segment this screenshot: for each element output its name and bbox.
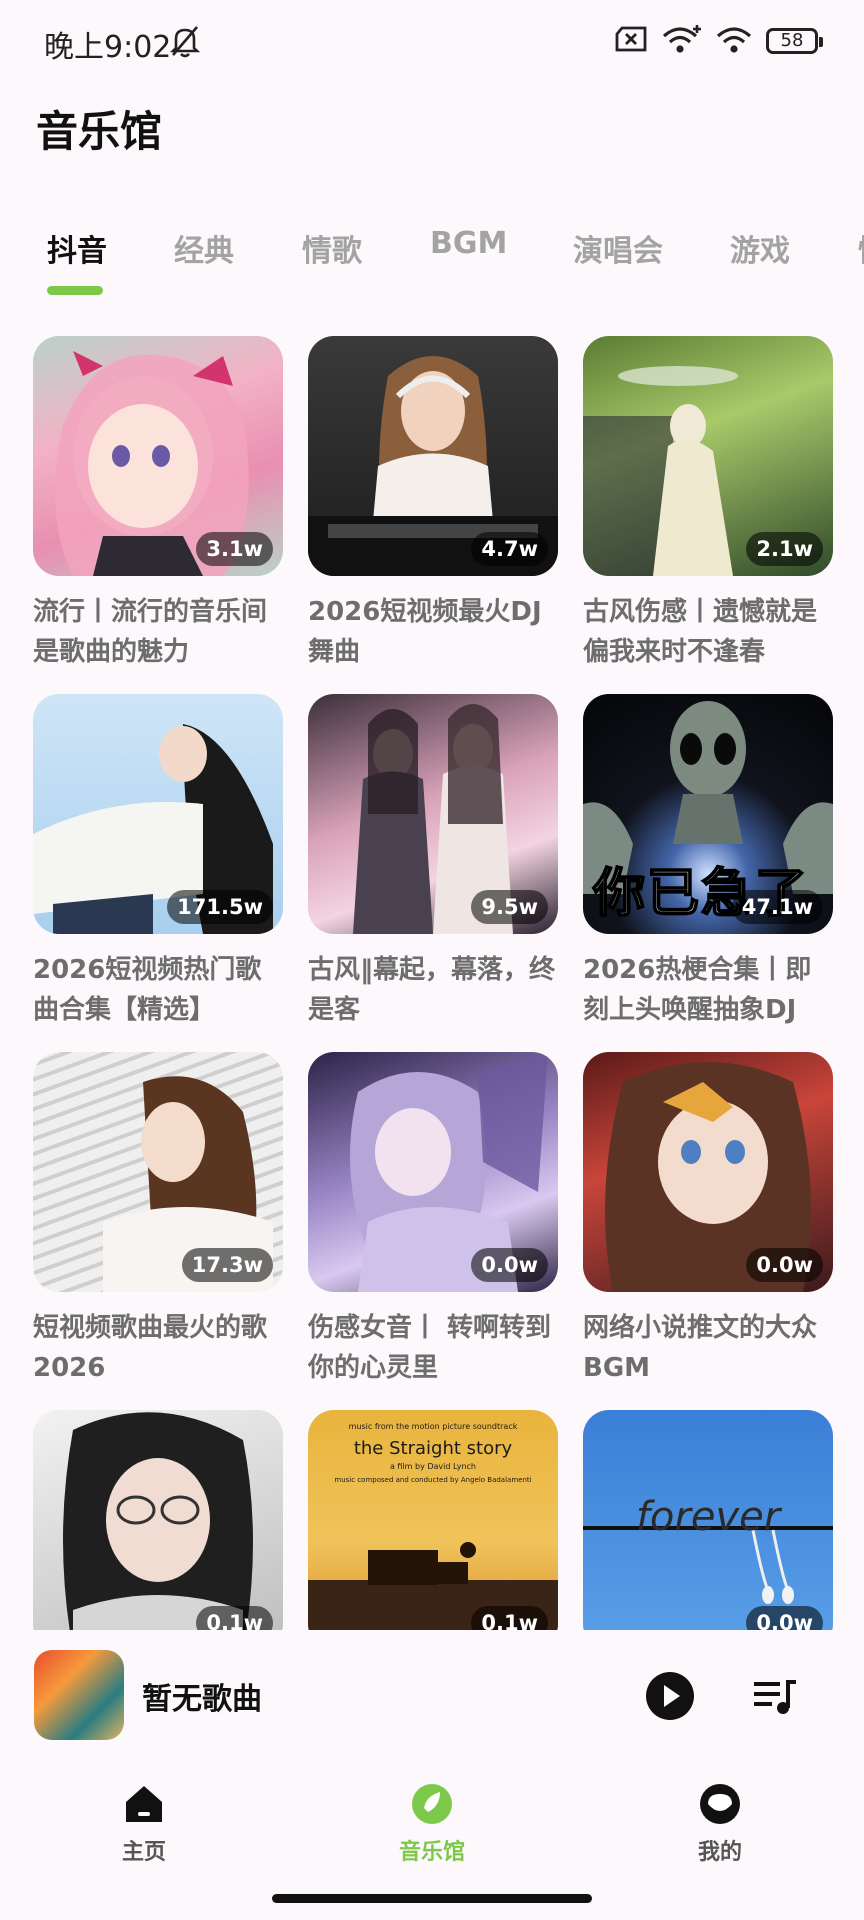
playlist-card[interactable]: 你已急了 47.1w 2026热梗合集丨即刻上头唤醒抽象DJ	[583, 694, 833, 1030]
playlist-card[interactable]: forever 0.0w	[583, 1410, 833, 1630]
playlist-cover[interactable]: 3.1w	[33, 336, 283, 576]
playlist-title: 短视频歌曲最火的歌2026	[33, 1313, 268, 1383]
profile-icon	[698, 1782, 742, 1826]
sim-error-icon	[614, 25, 648, 57]
playlist-title: 流行丨流行的音乐间是歌曲的魅力	[33, 597, 268, 667]
nav-label-mine: 我的	[697, 1840, 742, 1865]
battery-indicator: 58	[766, 28, 823, 54]
play-count-badge: 0.1w	[196, 1606, 273, 1630]
playlist-title: 2026短视频热门歌曲合集【精选】	[33, 955, 262, 1025]
playlist-cover[interactable]: 0.1w	[33, 1410, 283, 1630]
play-count-badge: 0.0w	[471, 1248, 548, 1282]
status-time: 晚上9:02	[44, 30, 172, 65]
playlist-card[interactable]: 171.5w 2026短视频热门歌曲合集【精选】	[33, 694, 283, 1030]
playlist-card[interactable]: 4.7w 2026短视频最火DJ舞曲	[308, 336, 558, 672]
tab-concert[interactable]: 演唱会	[573, 226, 663, 270]
playlist-title: 网络小说推文的大众BGM	[583, 1313, 818, 1383]
now-playing-title: 暂无歌曲	[142, 1682, 262, 1717]
playlist-cover[interactable]: 0.0w	[308, 1052, 558, 1292]
now-playing-artwork[interactable]	[34, 1650, 124, 1740]
play-button[interactable]	[646, 1672, 694, 1720]
play-count-badge: 2.1w	[746, 532, 823, 566]
play-count-badge: 4.7w	[471, 532, 548, 566]
playlist-card[interactable]: 3.1w 流行丨流行的音乐间是歌曲的魅力	[33, 336, 283, 672]
play-count-badge: 9.5w	[471, 890, 548, 924]
page-title: 音乐馆	[36, 107, 163, 156]
tab-love-songs[interactable]: 情歌	[302, 226, 362, 270]
playlist-cover[interactable]: 0.0w	[583, 1052, 833, 1292]
playlist-cover[interactable]: music from the motion picture soundtrack…	[308, 1410, 558, 1630]
nav-item-music-hall[interactable]: 音乐馆	[362, 1782, 502, 1866]
home-icon	[122, 1782, 166, 1826]
playlist-card[interactable]: music from the motion picture soundtrack…	[308, 1410, 558, 1630]
tab-games[interactable]: 游戏	[730, 226, 790, 270]
playlist-cover[interactable]: 4.7w	[308, 336, 558, 576]
mini-player[interactable]: 暂无歌曲	[0, 1630, 864, 1760]
play-count-badge: 17.3w	[181, 1248, 273, 1282]
tab-more[interactable]: 情	[858, 226, 864, 270]
tab-classic[interactable]: 经典	[174, 226, 234, 270]
play-count-badge: 0.0w	[746, 1606, 823, 1630]
wifi-icon	[716, 24, 752, 58]
playlist-title: 古风伤感丨遗憾就是偏我来时不逢春	[583, 597, 818, 667]
nav-item-home[interactable]: 主页	[74, 1782, 214, 1866]
playlist-cover[interactable]: forever 0.0w	[583, 1410, 833, 1630]
playlist-card[interactable]: 9.5w 古风‖幕起，幕落，终是客	[308, 694, 558, 1030]
play-count-badge: 0.0w	[746, 1248, 823, 1282]
home-indicator[interactable]	[272, 1894, 592, 1903]
cover-caption-main: forever	[635, 1494, 781, 1540]
playlist-card[interactable]: 2.1w 古风伤感丨遗憾就是偏我来时不逢春	[583, 336, 833, 672]
nav-label-home: 主页	[121, 1840, 166, 1865]
music-hall-icon	[410, 1782, 454, 1826]
wifi-plus-icon	[662, 24, 702, 58]
playlist-card[interactable]: 0.0w 伤感女音丨 转啊转到你的心灵里	[308, 1052, 558, 1388]
tab-bgm[interactable]: BGM	[430, 226, 507, 261]
nav-label-music-hall: 音乐馆	[398, 1840, 465, 1865]
bottom-nav: 主页 音乐馆 我的	[0, 1760, 864, 1880]
playlist-title: 2026短视频最火DJ舞曲	[308, 597, 542, 667]
playlist-card[interactable]: 0.0w 网络小说推文的大众BGM	[583, 1052, 833, 1388]
play-count-badge: 3.1w	[196, 532, 273, 566]
status-bar: 晚上9:02 58	[0, 0, 864, 88]
active-tab-indicator	[47, 286, 103, 295]
play-count-badge: 171.5w	[167, 890, 273, 924]
tab-douyin[interactable]: 抖音	[47, 226, 107, 270]
playlist-card[interactable]: 17.3w 短视频歌曲最火的歌2026	[33, 1052, 283, 1388]
playlist-cover[interactable]: 你已急了 47.1w	[583, 694, 833, 934]
play-count-badge: 47.1w	[731, 890, 823, 924]
status-icons: 58	[614, 24, 823, 58]
playlist-queue-icon[interactable]	[752, 1674, 800, 1718]
playlist-grid: 3.1w 流行丨流行的音乐间是歌曲的魅力 4.7w 2026短视频最火DJ舞曲	[0, 320, 864, 1630]
playlist-title: 伤感女音丨 转啊转到你的心灵里	[308, 1313, 552, 1383]
nav-item-mine[interactable]: 我的	[650, 1782, 790, 1866]
play-count-badge: 0.1w	[471, 1606, 548, 1630]
bell-muted-icon	[169, 24, 201, 62]
playlist-cover[interactable]: 2.1w	[583, 336, 833, 576]
playlist-cover[interactable]: 17.3w	[33, 1052, 283, 1292]
playlist-cover[interactable]: 171.5w	[33, 694, 283, 934]
playlist-title: 古风‖幕起，幕落，终是客	[308, 955, 556, 1025]
playlist-title: 2026热梗合集丨即刻上头唤醒抽象DJ	[583, 955, 812, 1025]
playlist-cover[interactable]: 9.5w	[308, 694, 558, 934]
playlist-card[interactable]: 0.1w	[33, 1410, 283, 1630]
category-tabs: 抖音 经典 情歌 BGM 演唱会 游戏 情	[0, 220, 864, 300]
